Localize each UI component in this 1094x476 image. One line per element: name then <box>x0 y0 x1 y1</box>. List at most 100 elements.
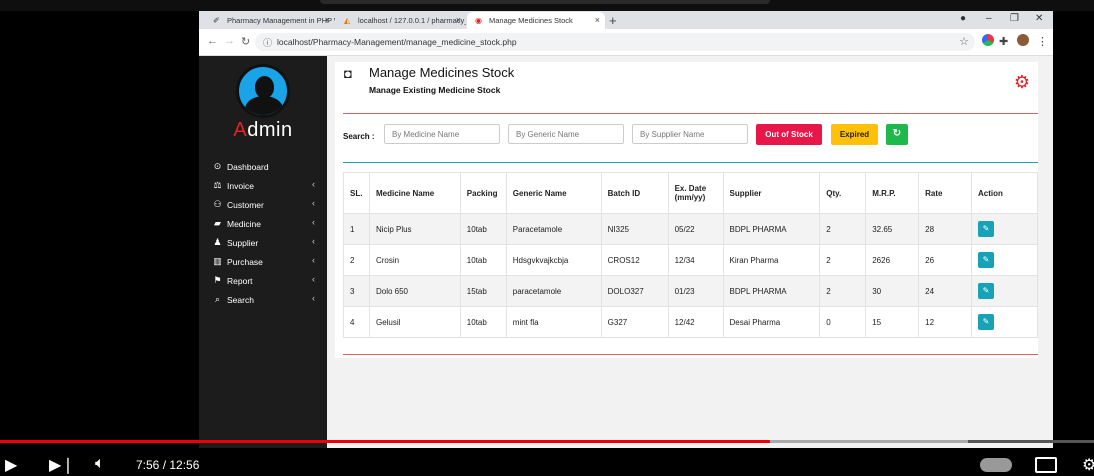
sidebar-item-customer[interactable]: ⚇ Customer ‹ <box>199 196 327 215</box>
purchase-icon: ▥ <box>213 256 222 266</box>
supplier-icon: ♟ <box>213 237 222 247</box>
out-of-stock-button[interactable]: Out of Stock <box>756 124 822 145</box>
table-cell: Crosin <box>368 244 461 276</box>
autoplay-toggle[interactable] <box>980 458 1012 472</box>
forward-icon[interactable]: → <box>224 35 235 47</box>
expired-button[interactable]: Expired <box>831 124 878 145</box>
tab-manage-stock[interactable]: ◉ Manage Medicines Stock × <box>467 12 605 29</box>
close-icon[interactable]: × <box>595 15 600 25</box>
minimize-icon[interactable]: – <box>986 13 992 24</box>
chevron-left-icon: ‹ <box>312 274 315 284</box>
chevron-left-icon: ‹ <box>312 236 315 246</box>
table-cell: DOLO327 <box>600 275 669 307</box>
table-cell: 26 <box>918 244 973 276</box>
video-frame: ✐ Pharmacy Management in PHP W × ◭ local… <box>0 0 1094 476</box>
menu-kebab-icon[interactable]: ⋮ <box>1037 35 1048 48</box>
table-row: 3 Dolo 650 15tab paracetamole DOLO327 01/23 BD… <box>343 275 1038 307</box>
media-icon[interactable]: ● <box>960 13 966 24</box>
captions-icon[interactable] <box>1035 457 1057 473</box>
sidebar-item-report[interactable]: ⚑ Report ‹ <box>199 272 327 291</box>
table-cell: 15tab <box>459 275 507 307</box>
reload-icon[interactable]: ↻ <box>241 35 250 48</box>
table-cell: 2626 <box>865 244 920 276</box>
dashboard-icon: ⊙ <box>213 161 222 171</box>
back-icon[interactable]: ← <box>207 35 218 47</box>
supplier-name-search-input[interactable]: By Supplier Name <box>632 124 748 144</box>
close-icon[interactable]: × <box>325 15 330 25</box>
medicine-name-search-input[interactable]: By Medicine Name <box>384 124 500 144</box>
progress-played[interactable] <box>0 440 771 443</box>
top-strip <box>0 0 1094 11</box>
sidebar-item-invoice[interactable]: ⚖ Invoice ‹ <box>199 177 327 196</box>
divider <box>343 162 1038 163</box>
pencil-icon: ✎ <box>982 317 990 326</box>
admin-avatar <box>236 64 290 118</box>
new-tab-icon[interactable]: + <box>609 13 617 28</box>
invoice-icon: ⚖ <box>213 180 222 190</box>
extension-color-icon[interactable] <box>982 34 994 46</box>
action-cell: ✎ <box>971 306 1038 338</box>
close-window-icon[interactable]: ✕ <box>1035 13 1043 24</box>
table-row: 4 Gelusil 10tab mint fla G327 12/42 Desai Phar… <box>343 306 1038 338</box>
gear-icon[interactable]: ⚙ <box>1014 72 1030 93</box>
browser-window: ✐ Pharmacy Management in PHP W × ◭ local… <box>199 11 1053 448</box>
table-cell: 12/34 <box>667 244 724 276</box>
action-cell: ✎ <box>971 275 1038 307</box>
edit-button[interactable]: ✎ <box>978 283 995 299</box>
edit-button[interactable]: ✎ <box>978 314 995 330</box>
sidebar-item-dashboard[interactable]: ⊙ Dashboard <box>199 158 327 177</box>
tab-label: Manage Medicines Stock <box>489 16 573 25</box>
table-cell: 05/22 <box>667 213 724 245</box>
url-field[interactable]: ⓘ localhost/Pharmacy-Management/manage_m… <box>255 33 975 51</box>
table-header-row: SL. Medicine Name Packing Generic Name Batch… <box>343 172 1038 214</box>
table-cell: 2 <box>819 244 867 276</box>
table-cell: Dolo 650 <box>368 275 461 307</box>
table-cell: mint fla <box>505 306 602 338</box>
sidebar-item-medicine[interactable]: ▰ Medicine ‹ <box>199 215 327 234</box>
action-cell: ✎ <box>971 244 1038 276</box>
close-icon[interactable]: × <box>456 15 461 25</box>
table-cell: 15 <box>865 306 920 338</box>
table-cell: 12 <box>918 306 973 338</box>
tab-phpmyadmin[interactable]: ◭ localhost / 127.0.0.1 / pharmacy_ × <box>336 12 466 29</box>
tab-bar: ✐ Pharmacy Management in PHP W × ◭ local… <box>199 11 1053 29</box>
table-row: 1 Nicip Plus 10tab Paracetamole NI325 05/22 BD… <box>343 213 1038 245</box>
next-icon[interactable]: ▶❘ <box>49 455 75 475</box>
column-header: Medicine Name <box>368 172 461 214</box>
table-cell: BDPL PHARMA <box>722 275 821 307</box>
play-icon[interactable]: ▶ <box>5 455 17 475</box>
main-content: ◘ Manage Medicines Stock Manage Existing… <box>327 56 1053 448</box>
address-bar: ← → ↻ ⓘ localhost/Pharmacy-Management/ma… <box>199 29 1053 56</box>
table-cell: Hdsgvkvajkcbja <box>505 244 602 276</box>
table-cell: 2 <box>343 244 370 276</box>
sidebar-item-search[interactable]: ⌕ Search ‹ <box>199 291 327 310</box>
column-header: Supplier <box>722 172 821 214</box>
phpmyadmin-icon: ◭ <box>344 16 351 25</box>
generic-name-search-input[interactable]: By Generic Name <box>508 124 624 144</box>
info-icon[interactable]: ⓘ <box>263 36 272 49</box>
sidebar-item-supplier[interactable]: ♟ Supplier ‹ <box>199 234 327 253</box>
edit-button[interactable]: ✎ <box>978 252 995 268</box>
settings-gear-icon[interactable]: ⚙ <box>1082 455 1094 475</box>
column-header: Rate <box>918 172 973 214</box>
refresh-button[interactable]: ↻ <box>886 124 908 145</box>
bookmark-star-icon[interactable]: ☆ <box>959 35 969 48</box>
tab-pharmacy-video[interactable]: ✐ Pharmacy Management in PHP W × <box>205 12 335 29</box>
divider <box>343 113 1038 114</box>
maximize-icon[interactable]: ❐ <box>1010 13 1019 24</box>
table-cell: Kiran Pharma <box>722 244 821 276</box>
table-cell: 2 <box>819 275 867 307</box>
puzzle-icon[interactable]: ✚ <box>999 35 1008 48</box>
volume-icon[interactable]: 🔈︎ <box>95 455 105 473</box>
profile-avatar[interactable] <box>1017 34 1029 46</box>
site-icon: ◉ <box>475 16 482 25</box>
table-cell: 0 <box>819 306 867 338</box>
shopping-bag-icon: ◘ <box>344 66 352 81</box>
sidebar-item-purchase[interactable]: ▥ Purchase ‹ <box>199 253 327 272</box>
stock-card: ◘ Manage Medicines Stock Manage Existing… <box>335 62 1038 358</box>
sidebar-item-label: Search <box>227 295 254 305</box>
edit-button[interactable]: ✎ <box>978 221 995 237</box>
tab-label: localhost / 127.0.0.1 / pharmacy_ <box>358 16 466 25</box>
table-cell: 10tab <box>459 306 507 338</box>
pencil-icon: ✐ <box>213 16 220 25</box>
